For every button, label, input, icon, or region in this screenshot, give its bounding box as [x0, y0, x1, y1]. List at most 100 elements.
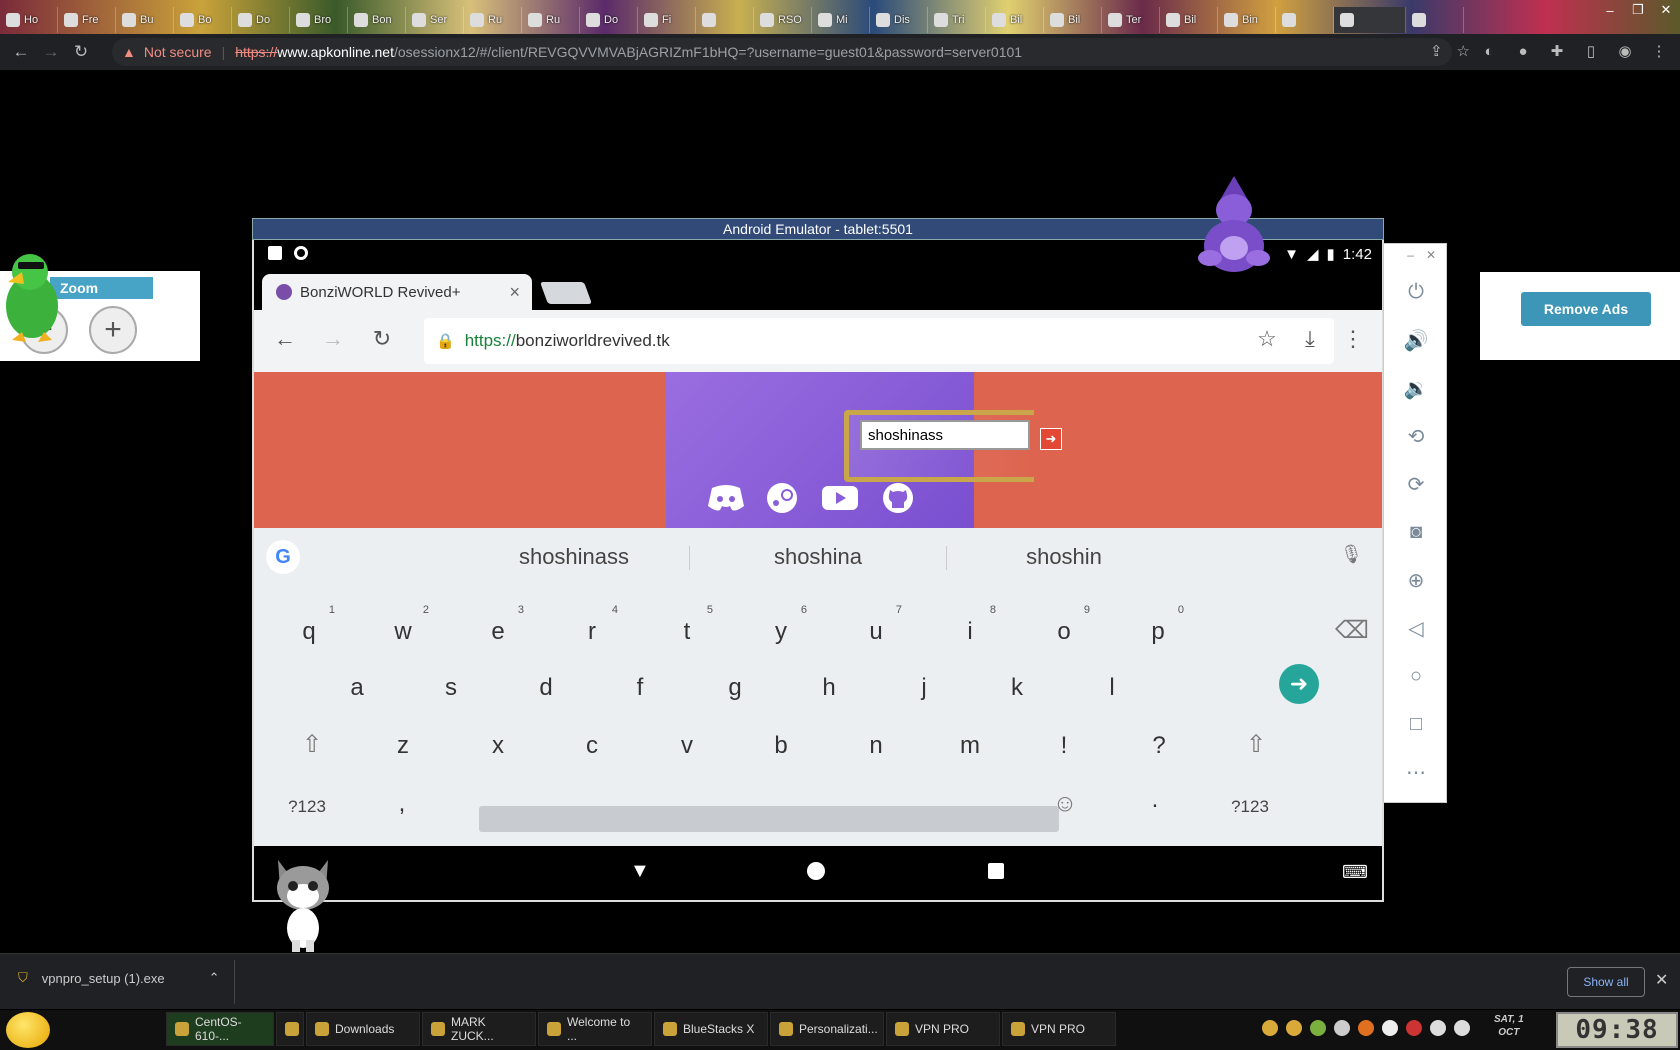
extension-icon[interactable]: ●: [1512, 40, 1534, 62]
volume-icon[interactable]: [1454, 1020, 1470, 1036]
taskbar-item[interactable]: Welcome to ...: [538, 1012, 652, 1046]
key-question[interactable]: ?: [1129, 732, 1189, 760]
browser-tab[interactable]: [1334, 7, 1406, 33]
key-m[interactable]: m: [940, 732, 1000, 760]
reload-icon[interactable]: ↻: [66, 37, 96, 67]
rotate-right-icon[interactable]: ⟳: [1384, 460, 1448, 508]
key-j[interactable]: j: [894, 674, 954, 702]
chevron-up-icon[interactable]: ⌃: [209, 970, 220, 986]
steam-icon[interactable]: [762, 482, 802, 514]
browser-tab[interactable]: [1276, 7, 1334, 33]
space-bar[interactable]: [479, 806, 1059, 832]
search-icon[interactable]: [1358, 1020, 1374, 1036]
volume-down-icon[interactable]: 🔉: [1384, 364, 1448, 412]
show-all-button[interactable]: Show all: [1567, 967, 1645, 997]
taskbar-item[interactable]: Downloads: [306, 1012, 420, 1046]
browser-tab[interactable]: Bil: [986, 7, 1044, 33]
tab-bonziworld[interactable]: BonziWORLD Revived+ ×: [262, 274, 532, 310]
browser-tab[interactable]: Ru: [522, 7, 580, 33]
download-item[interactable]: ⛉ vpnpro_setup (1).exe ⌃: [18, 970, 220, 986]
shift-right-icon[interactable]: ⇧: [1226, 730, 1286, 759]
back-icon[interactable]: ←: [6, 37, 36, 67]
key-p[interactable]: p0: [1128, 604, 1188, 646]
browser-tab[interactable]: Bin: [1218, 7, 1276, 33]
minimize-button[interactable]: –: [1596, 0, 1624, 20]
rotate-left-icon[interactable]: ⟲: [1384, 412, 1448, 460]
more-icon[interactable]: ⋯: [1384, 748, 1448, 796]
discord-icon[interactable]: [706, 482, 746, 514]
overview-square-icon[interactable]: □: [1384, 700, 1448, 748]
youtube-icon[interactable]: [820, 482, 860, 514]
new-tab-button[interactable]: [539, 282, 593, 304]
browser-tab[interactable]: Bo: [174, 7, 232, 33]
key-l[interactable]: l: [1082, 674, 1142, 702]
github-icon[interactable]: [878, 482, 918, 514]
suggestion-3[interactable]: shoshin: [944, 544, 1184, 570]
key-r[interactable]: r4: [562, 604, 622, 646]
browser-tab[interactable]: Do: [232, 7, 290, 33]
microphone-icon[interactable]: 🎙: [1340, 544, 1363, 566]
key-n[interactable]: n: [846, 732, 906, 760]
zoom-in-button[interactable]: +: [89, 306, 137, 354]
taskbar-item[interactable]: [276, 1012, 304, 1046]
back-icon[interactable]: ←: [270, 326, 300, 352]
emulator-screen[interactable]: ▼ ◢ ▮ 1:42 BonziWORLD Revived+ × ← → ↻ 🔒…: [252, 240, 1384, 902]
close-window-button[interactable]: ✕: [1652, 0, 1680, 20]
puzzle-icon[interactable]: ✚: [1546, 40, 1568, 62]
key-e[interactable]: e3: [468, 604, 528, 646]
emoji-icon[interactable]: ☺: [1035, 790, 1095, 818]
key-q[interactable]: q1: [279, 604, 339, 646]
tray-icon[interactable]: [1382, 1020, 1398, 1036]
download-icon[interactable]: ⤓: [1295, 326, 1325, 352]
back-triangle-icon[interactable]: ◁: [1384, 604, 1448, 652]
taskbar-item[interactable]: VPN PRO: [1002, 1012, 1116, 1046]
shift-left-icon[interactable]: ⇧: [282, 730, 342, 759]
nav-home-icon[interactable]: [807, 862, 825, 880]
browser-tab[interactable]: Fre: [58, 7, 116, 33]
key-z[interactable]: z: [373, 732, 433, 760]
key-b[interactable]: b: [751, 732, 811, 760]
comma-key[interactable]: ,: [372, 790, 432, 818]
key-i[interactable]: i8: [940, 604, 1000, 646]
browser-tab[interactable]: Ru: [464, 7, 522, 33]
enter-key[interactable]: ➜: [1279, 664, 1319, 704]
minimize-icon[interactable]: –: [1407, 248, 1414, 268]
key-y[interactable]: y6: [751, 604, 811, 646]
symbols-key-left[interactable]: ?123: [277, 797, 337, 817]
key-g[interactable]: g: [705, 674, 765, 702]
address-bar[interactable]: ▲ Not secure | https:// www.apkonline.ne…: [112, 38, 1452, 66]
browser-tab[interactable]: Dis: [870, 7, 928, 33]
key-h[interactable]: h: [799, 674, 859, 702]
browser-tab[interactable]: Bil: [1160, 7, 1218, 33]
zoom-icon[interactable]: ⊕: [1384, 556, 1448, 604]
browser-tab[interactable]: Bon: [348, 7, 406, 33]
tray-icon[interactable]: [1286, 1020, 1302, 1036]
browser-tab[interactable]: Bu: [116, 7, 174, 33]
browser-tab[interactable]: Do: [580, 7, 638, 33]
key-exclamation[interactable]: !: [1034, 732, 1094, 760]
key-o[interactable]: o9: [1034, 604, 1094, 646]
backspace-icon[interactable]: ⌫: [1322, 616, 1382, 645]
camera-icon[interactable]: ◙: [1384, 508, 1448, 556]
close-downloads-icon[interactable]: ✕: [1655, 970, 1668, 990]
bookmark-star-icon[interactable]: ☆: [1457, 42, 1470, 60]
browser-tab[interactable]: Ho: [0, 7, 58, 33]
close-tab-icon[interactable]: ×: [509, 282, 520, 303]
maximize-button[interactable]: ❐: [1624, 0, 1652, 20]
tray-icon[interactable]: [1406, 1020, 1422, 1036]
key-c[interactable]: c: [562, 732, 622, 760]
key-d[interactable]: d: [516, 674, 576, 702]
tray-icon[interactable]: [1310, 1020, 1326, 1036]
browser-tab[interactable]: Bro: [290, 7, 348, 33]
browser-tab[interactable]: Ter: [1102, 7, 1160, 33]
menu-icon[interactable]: ⋮: [1648, 40, 1670, 62]
key-u[interactable]: u7: [846, 604, 906, 646]
power-icon[interactable]: ⏻: [1384, 268, 1448, 316]
taskbar-item[interactable]: CentOS-610-...: [166, 1012, 274, 1046]
bookmark-star-icon[interactable]: ☆: [1252, 326, 1282, 352]
remove-ads-button[interactable]: Remove Ads: [1521, 292, 1651, 326]
taskbar-item[interactable]: VPN PRO: [886, 1012, 1000, 1046]
key-f[interactable]: f: [610, 674, 670, 702]
key-k[interactable]: k: [987, 674, 1047, 702]
home-circle-icon[interactable]: ○: [1384, 652, 1448, 700]
